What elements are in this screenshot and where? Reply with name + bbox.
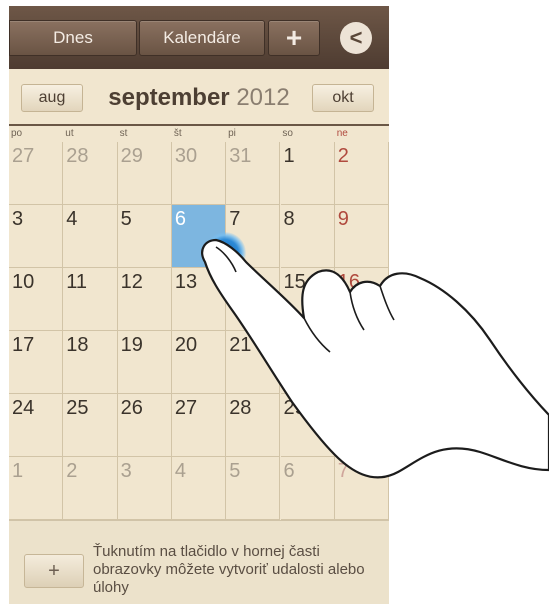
weekday-label: pi [228,128,236,139]
day-cell[interactable]: 30 [334,394,389,457]
hint-text: Ťuknutím na tlačidlo v hornej časti obra… [93,543,365,596]
day-cell[interactable]: 30 [171,142,227,205]
day-cell[interactable]: 17 [9,331,64,394]
weekday-label: st [119,128,128,139]
hint-panel: + Ťuknutím na tlačidlo v hornej časti ob… [9,520,389,604]
day-cell[interactable]: 23 [334,331,389,394]
day-cell[interactable]: 14 [226,268,281,331]
month-title: september 2012 [89,84,309,112]
day-cell[interactable]: 27 [9,142,64,205]
weekday-label: po [11,128,23,139]
day-cell[interactable]: 28 [226,394,281,457]
month-grid: 27 28 29 30 31 1 2 3 4 5 6 7 8 9 10 11 12 13 14 15 16 17 18 19 2… [9,142,389,520]
day-cell[interactable]: 28 [63,142,118,205]
day-cell[interactable]: 2 [63,457,118,520]
day-cell[interactable]: 13 [171,268,227,331]
day-cell[interactable]: 2 [334,142,389,205]
day-cell[interactable]: 15 [280,268,335,331]
month-navigation: aug september 2012 okt [9,76,389,120]
day-cell[interactable]: 5 [117,205,172,268]
day-cell[interactable]: 24 [9,394,64,457]
day-cell[interactable]: 29 [280,394,335,457]
day-cell[interactable]: 12 [117,268,172,331]
divider [9,124,389,126]
today-button[interactable]: Dnes [9,20,137,56]
day-cell[interactable]: 9 [334,205,389,268]
day-cell[interactable]: 29 [117,142,172,205]
day-cell[interactable]: 22 [280,331,335,394]
next-month-button[interactable]: okt [312,84,374,112]
day-cell[interactable]: 16 [334,268,389,331]
day-cell[interactable]: 8 [280,205,335,268]
prev-month-button[interactable]: aug [21,84,83,112]
day-cell[interactable]: 26 [117,394,172,457]
weekday-label: ut [65,128,74,139]
weekday-header: po ut st št pi so ne [9,128,389,142]
month-year: 2012 [236,84,290,111]
day-cell[interactable]: 1 [280,142,335,205]
back-icon[interactable]: < [340,22,372,54]
touch-indicator-icon [204,232,246,274]
day-cell[interactable]: 7 [334,457,389,520]
weekday-label: so [282,128,293,139]
day-cell[interactable]: 4 [63,205,118,268]
weekday-label: št [173,128,182,139]
day-cell[interactable]: 10 [9,268,64,331]
day-cell[interactable]: 4 [171,457,227,520]
add-event-button[interactable]: + [268,20,320,56]
day-cell[interactable]: 3 [117,457,172,520]
day-cell[interactable]: 31 [226,142,281,205]
month-name: september [108,84,230,111]
day-cell[interactable]: 25 [63,394,118,457]
day-cell[interactable]: 5 [226,457,281,520]
weekday-label: ne [336,128,348,139]
day-cell[interactable]: 6 [280,457,335,520]
calendar-screen: Dnes Kalendáre + < aug september 2012 ok… [9,6,389,604]
day-cell[interactable]: 1 [9,457,64,520]
day-cell[interactable]: 3 [9,205,64,268]
day-cell[interactable]: 18 [63,331,118,394]
top-toolbar: Dnes Kalendáre + < [9,6,389,69]
day-cell[interactable]: 20 [171,331,227,394]
day-cell[interactable]: 19 [117,331,172,394]
calendars-button[interactable]: Kalendáre [139,20,265,56]
day-cell[interactable]: 27 [171,394,227,457]
day-cell[interactable]: 11 [63,268,118,331]
create-event-button[interactable]: + [24,554,84,588]
day-cell[interactable]: 21 [226,331,281,394]
